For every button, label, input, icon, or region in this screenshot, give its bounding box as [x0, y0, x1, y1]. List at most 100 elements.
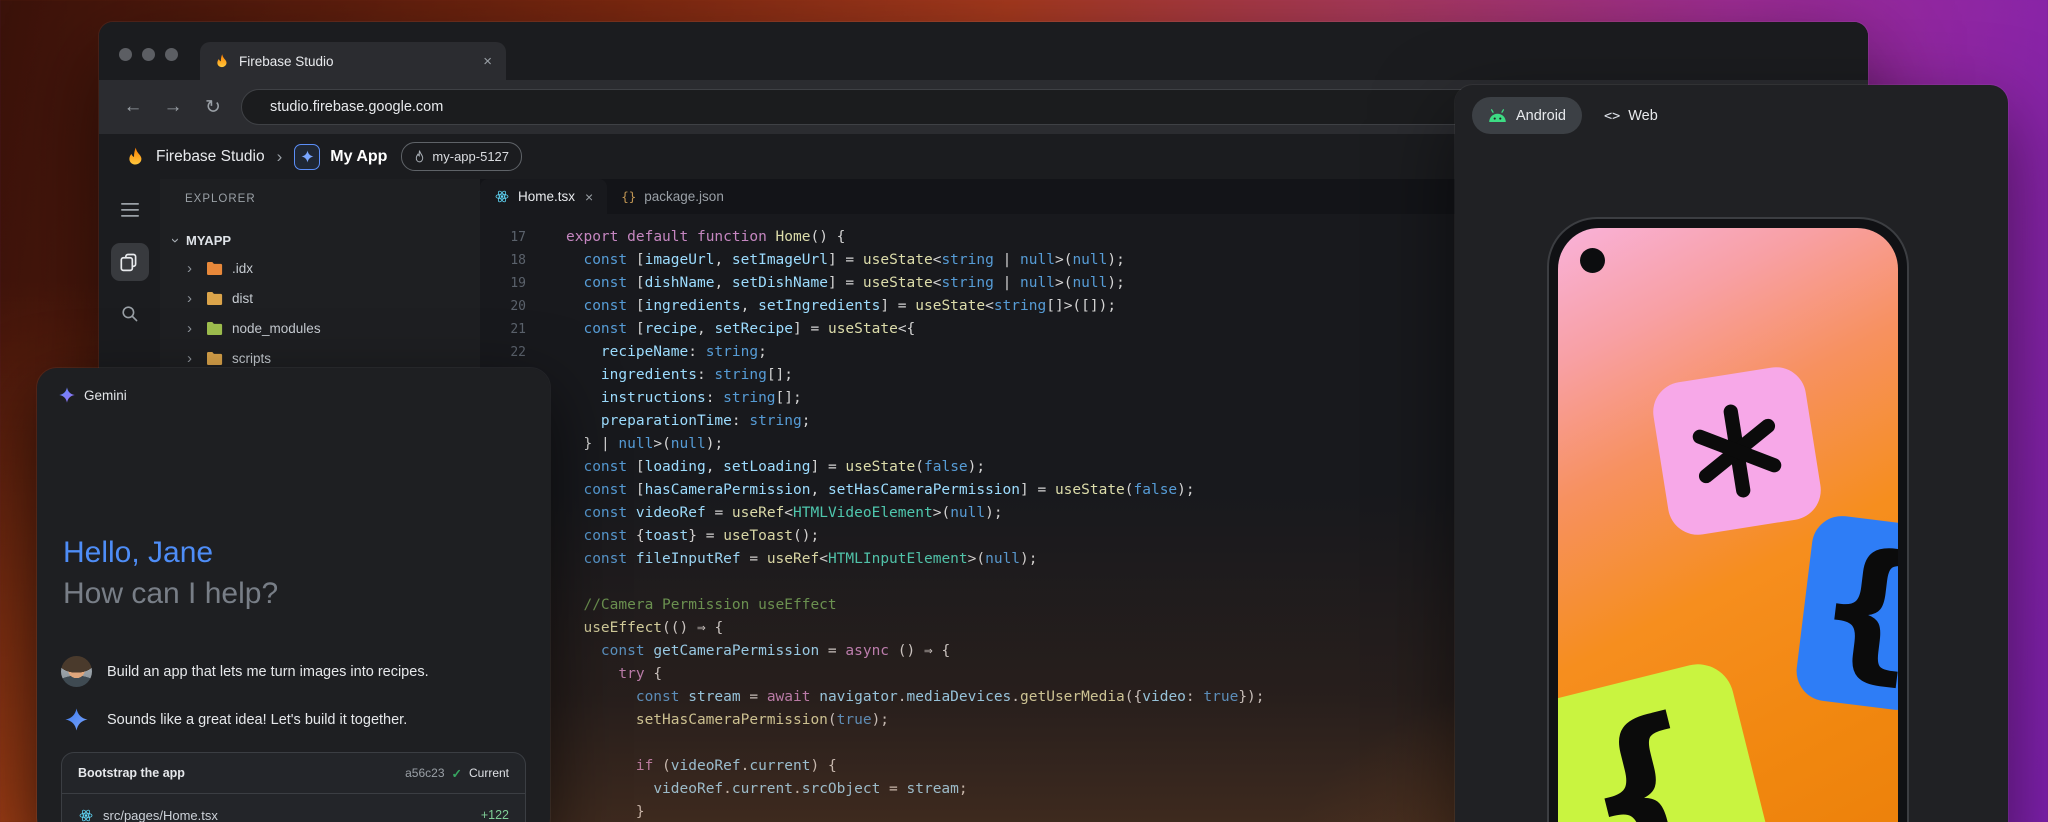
editor-tab-label: Home.tsx [518, 189, 575, 204]
changed-file-row[interactable]: src/pages/Home.tsx +122 [62, 793, 525, 822]
code-lines: export default function Home() { const [… [538, 226, 1265, 822]
brace-glyph: { [1808, 528, 1898, 690]
window-controls [119, 48, 178, 61]
android-toggle-label: Android [1516, 108, 1566, 124]
code-line: videoRef.current.srcObject = stream; [566, 778, 1265, 801]
app-name[interactable]: My App [330, 148, 387, 166]
user-message-text: Build an app that lets me turn images in… [107, 664, 429, 680]
back-icon[interactable]: ← [113, 96, 153, 118]
line-number: 17 [480, 226, 526, 249]
android-icon [1488, 108, 1507, 123]
camera-punch-hole [1580, 248, 1605, 273]
greeting-line-1: Hello, Jane [63, 532, 278, 573]
folder-icon [206, 351, 223, 366]
gemini-brand-label: Gemini [84, 388, 127, 403]
tree-item-dist[interactable]: ›dist [160, 283, 480, 313]
commit-hash: a56c23 [405, 766, 444, 780]
code-line: } [566, 801, 1265, 822]
code-line: const [hasCameraPermission, setHasCamera… [566, 479, 1265, 502]
tree-root-label: MYAPP [186, 233, 231, 248]
code-line: //Camera Permission useEffect [566, 594, 1265, 617]
forward-icon[interactable]: → [153, 96, 193, 118]
tree-root-myapp[interactable]: › MYAPP [160, 227, 480, 253]
react-icon [78, 808, 94, 822]
window-minimize-button[interactable] [142, 48, 155, 61]
project-id-pill[interactable]: my-app-5127 [401, 142, 522, 171]
folder-icon [206, 291, 223, 306]
window-zoom-button[interactable] [165, 48, 178, 61]
window-close-button[interactable] [119, 48, 132, 61]
asterisk-icon [1679, 393, 1796, 510]
product-name[interactable]: Firebase Studio [156, 148, 265, 166]
assistant-message-row: Sounds like a great idea! Let's build it… [37, 708, 550, 731]
android-toggle-button[interactable]: Android [1472, 97, 1582, 134]
code-line: try { [566, 663, 1265, 686]
editor-tab-home-tsx[interactable]: Home.tsx × [480, 179, 607, 214]
code-line: useEffect(() ⇒ { [566, 617, 1265, 640]
chevron-right-icon: › [187, 320, 197, 337]
folder-icon [206, 261, 223, 276]
status-label: Current [469, 766, 509, 780]
device-toggle: Android <> Web [1472, 97, 1664, 134]
code-line: ingredients: string[]; [566, 364, 1265, 387]
explorer-icon[interactable] [111, 243, 149, 281]
code-line: const videoRef = useRef<HTMLVideoElement… [566, 502, 1265, 525]
code-line: instructions: string[]; [566, 387, 1265, 410]
brace-glyph: { [1562, 690, 1725, 822]
preview-panel: Android <> Web { { [1455, 85, 2008, 822]
gemini-panel: Gemini Hello, Jane How can I help? Build… [37, 368, 550, 822]
browser-tab[interactable]: Firebase Studio × [200, 42, 506, 80]
code-line: if (videoRef.current) { [566, 755, 1265, 778]
phone-mockup: { { [1547, 217, 1909, 822]
search-icon[interactable] [111, 295, 149, 333]
folder-icon [206, 321, 223, 336]
line-number: 20 [480, 295, 526, 318]
user-avatar [61, 656, 92, 687]
tree-item-node_modules[interactable]: ›node_modules [160, 313, 480, 343]
bootstrap-card-header: Bootstrap the app a56c23 ✓ Current [62, 753, 525, 793]
editor-tab-package-json[interactable]: {} package.json [607, 179, 738, 214]
web-toggle-button[interactable]: <> Web [1598, 108, 1664, 124]
check-icon: ✓ [452, 766, 462, 781]
code-line: export default function Home() { [566, 226, 1265, 249]
code-line: const getCameraPermission = async () ⇒ { [566, 640, 1265, 663]
code-line: const [ingredients, setIngredients] = us… [566, 295, 1265, 318]
firebase-favicon-icon [214, 53, 230, 69]
explorer-title: EXPLORER [185, 193, 480, 205]
code-line [566, 571, 1265, 594]
editor-tab-label: package.json [644, 189, 724, 204]
code-line: const stream = await navigator.mediaDevi… [566, 686, 1265, 709]
gemini-greeting: Hello, Jane How can I help? [63, 532, 278, 614]
project-id-text: my-app-5127 [432, 149, 509, 164]
card-title: Bootstrap the app [78, 766, 185, 780]
react-icon [494, 189, 510, 204]
greeting-line-2: How can I help? [63, 573, 278, 614]
sticker-brace-blue: { [1793, 513, 1898, 714]
code-line [566, 732, 1265, 755]
tree-item-idx[interactable]: ›.idx [160, 253, 480, 283]
web-toggle-label: Web [1628, 108, 1658, 124]
code-line: } | null>(null); [566, 433, 1265, 456]
breadcrumb-separator: › [277, 147, 283, 167]
menu-icon[interactable] [111, 191, 149, 229]
browser-titlebar: Firebase Studio × [99, 22, 1868, 80]
code-line: const [recipe, setRecipe] = useState<{ [566, 318, 1265, 341]
flame-outline-icon [414, 150, 425, 163]
tab-title: Firebase Studio [239, 54, 474, 69]
bootstrap-card[interactable]: Bootstrap the app a56c23 ✓ Current src/p… [61, 752, 526, 822]
url-text: studio.firebase.google.com [270, 99, 443, 115]
code-brackets-icon: <> [1604, 108, 1620, 124]
chevron-right-icon: › [187, 350, 197, 367]
app-icon [294, 144, 320, 170]
code-line: const {toast} = useToast(); [566, 525, 1265, 548]
sticker-asterisk [1649, 363, 1825, 539]
gemini-star-icon [59, 387, 75, 403]
tab-close-icon[interactable]: × [585, 189, 593, 205]
code-line: const fileInputRef = useRef<HTMLInputEle… [566, 548, 1265, 571]
reload-icon[interactable]: ↻ [193, 96, 233, 119]
code-line: recipeName: string; [566, 341, 1265, 364]
line-number: 19 [480, 272, 526, 295]
tab-close-icon[interactable]: × [483, 53, 492, 70]
sticker-brace-green: { [1558, 657, 1777, 822]
additions-count: +122 [481, 808, 509, 822]
